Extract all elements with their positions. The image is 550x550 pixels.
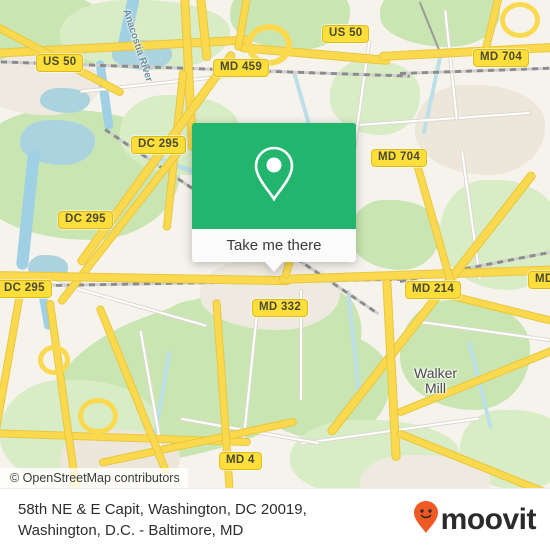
callout-tail bbox=[265, 262, 283, 272]
take-me-there-button[interactable]: Take me there bbox=[192, 229, 356, 262]
road-shield-md-214[interactable]: MD 214 bbox=[405, 281, 462, 299]
road-shield-dc-295[interactable]: DC 295 bbox=[58, 211, 113, 229]
map-pin-icon bbox=[248, 144, 300, 209]
location-callout-card[interactable]: Take me there bbox=[192, 123, 356, 272]
moovit-pin-icon bbox=[413, 500, 439, 539]
map-interchange-loop bbox=[78, 398, 118, 434]
moovit-map-screenshot: Anacostia River Walker Mill US 50 MD 459… bbox=[0, 0, 550, 550]
moovit-logo[interactable]: moovit bbox=[413, 500, 537, 539]
road-shield-dc-295[interactable]: DC 295 bbox=[0, 280, 52, 298]
road-shield-md-4[interactable]: MD 4 bbox=[219, 452, 262, 470]
road-shield-us-50[interactable]: US 50 bbox=[36, 54, 84, 72]
callout-pin-area bbox=[192, 123, 356, 229]
road-shield-md-704[interactable]: MD 704 bbox=[473, 49, 530, 67]
map-builtup-area bbox=[415, 85, 545, 175]
road-shield-md-704[interactable]: MD 704 bbox=[371, 149, 428, 167]
map-canvas[interactable]: Anacostia River Walker Mill US 50 MD 459… bbox=[0, 0, 550, 488]
map-place-label-walker-mill: Walker Mill bbox=[414, 365, 458, 396]
road-shield-md[interactable]: MD bbox=[528, 271, 550, 289]
road-shield-md-459[interactable]: MD 459 bbox=[213, 59, 270, 77]
map-interchange-loop bbox=[38, 345, 70, 375]
osm-attribution[interactable]: © OpenStreetMap contributors bbox=[0, 468, 188, 488]
road-shield-dc-295[interactable]: DC 295 bbox=[131, 136, 186, 154]
location-title: 58th NE & E Capit, Washington, DC 20019,… bbox=[18, 499, 307, 541]
location-title-line1: 58th NE & E Capit, Washington, DC 20019, bbox=[18, 500, 307, 518]
footer-bar: 58th NE & E Capit, Washington, DC 20019,… bbox=[0, 488, 550, 550]
road-shield-us-50[interactable]: US 50 bbox=[322, 25, 370, 43]
moovit-wordmark: moovit bbox=[440, 502, 537, 536]
location-title-line2: Washington, D.C. - Baltimore, MD bbox=[18, 521, 244, 539]
road-shield-md-332[interactable]: MD 332 bbox=[252, 299, 309, 317]
map-interchange-loop bbox=[500, 2, 540, 38]
